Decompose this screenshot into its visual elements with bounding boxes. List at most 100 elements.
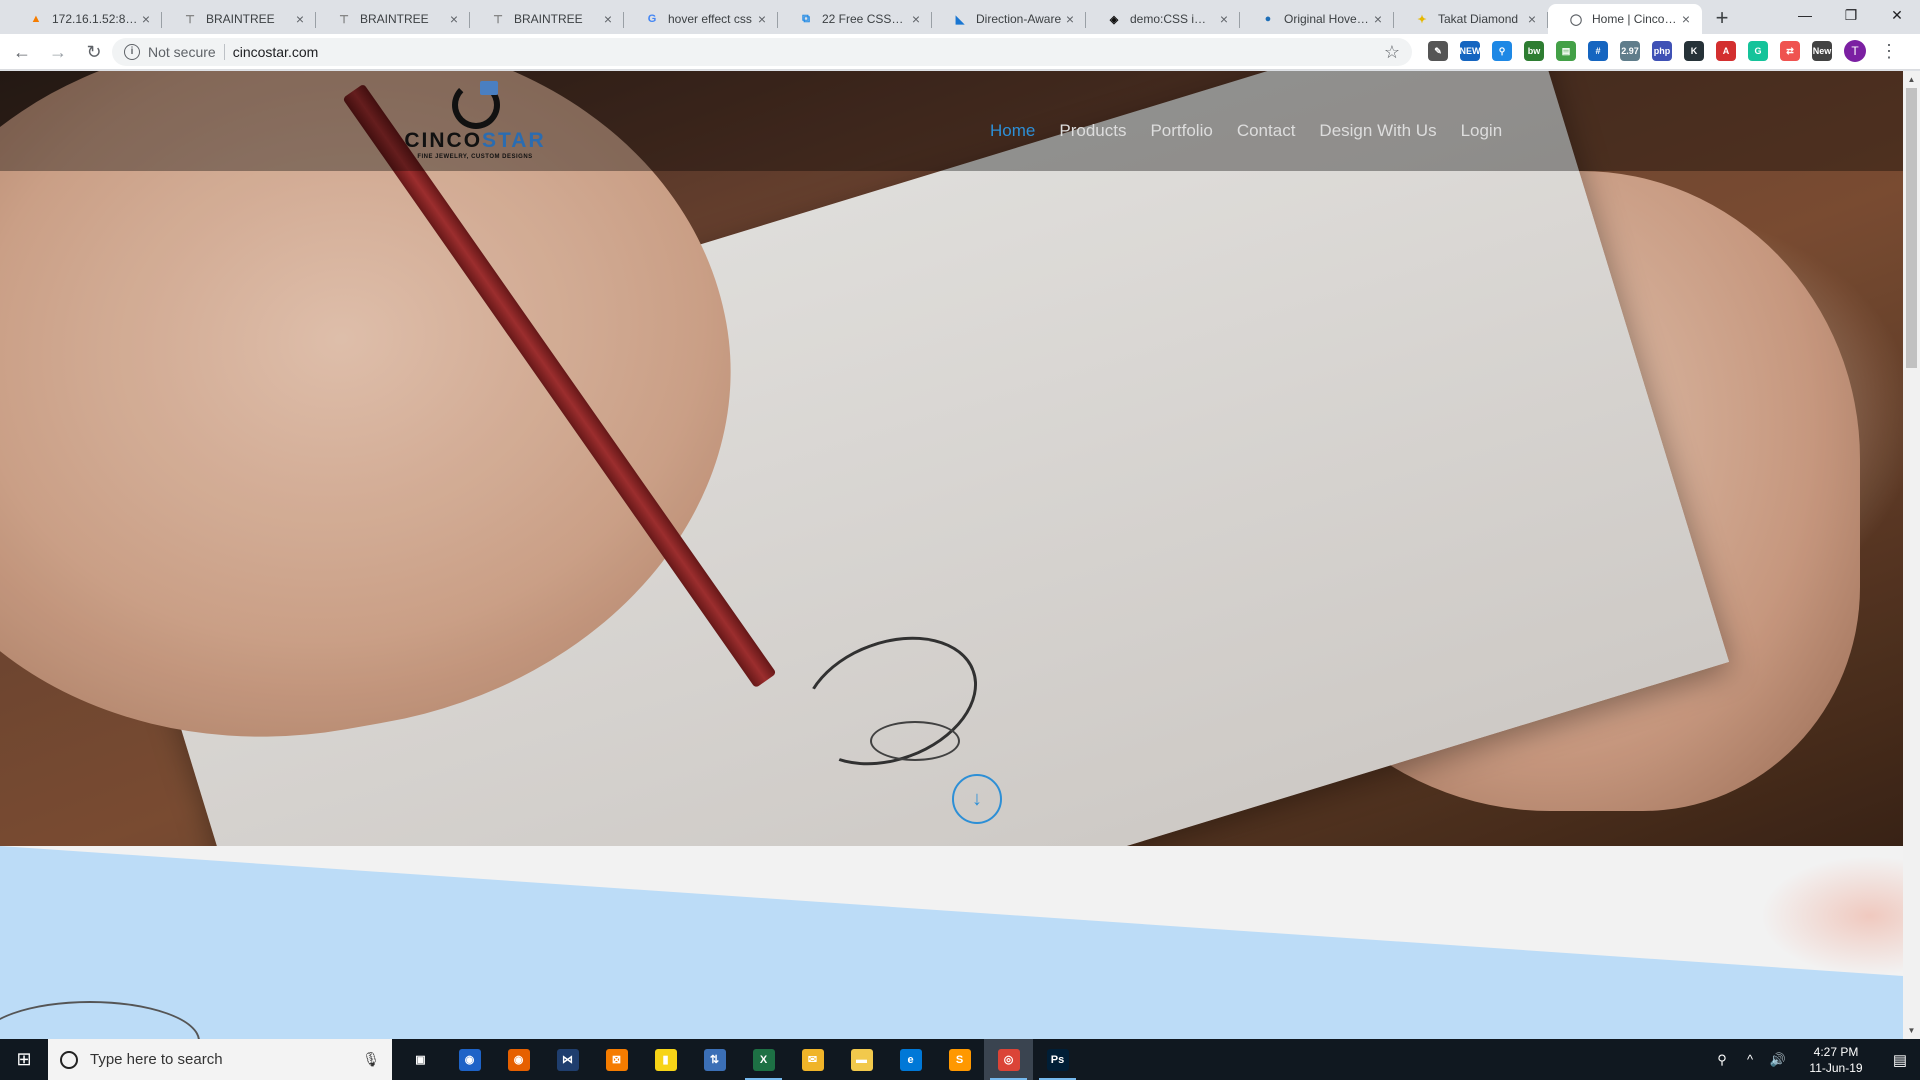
scroll-down-button[interactable]: ↓ — [952, 774, 1002, 824]
address-separator — [223, 44, 225, 60]
photoshop-icon: Ps — [1046, 1048, 1069, 1071]
browser-tab[interactable]: ◯ Home | Cinco St × — [1548, 4, 1702, 34]
tab-close-icon[interactable]: × — [1062, 11, 1078, 27]
system-tray: ⚲ ^ 🔊 4:27 PM 11-Jun-19 ▤ — [1708, 1039, 1920, 1080]
grammarly-extension-icon[interactable]: G — [1748, 41, 1768, 61]
tab-close-icon[interactable]: × — [292, 11, 308, 27]
tray-chevron-icon[interactable]: ^ — [1738, 1052, 1762, 1067]
new-tab-button[interactable]: + — [1708, 5, 1736, 33]
nav-link-contact[interactable]: Contact — [1237, 121, 1296, 141]
forward-button[interactable]: → — [44, 38, 72, 66]
scroll-thumb[interactable] — [1906, 88, 1917, 368]
visual-studio-icon: ⋈ — [556, 1048, 579, 1071]
logo-tagline: FINE JEWELRY, CUSTOM DESIGNS — [417, 154, 533, 160]
droplet-favicon: ● — [1264, 13, 1272, 25]
tab-list: ▲ 172.16.1.52:8080 × ⊤ BRAINTREE × ⊤ BRAINTREE ×… — [8, 4, 1702, 34]
colorpicker-extension-icon[interactable]: ✎ — [1428, 41, 1448, 61]
taskbar-app[interactable]: S — [935, 1039, 984, 1080]
tab-close-icon[interactable]: × — [908, 11, 924, 27]
mail-icon: ✉ — [801, 1048, 824, 1071]
taskbar-app[interactable]: X — [739, 1039, 788, 1080]
browser-tab[interactable]: ● Original Hover E × — [1240, 4, 1394, 34]
taskbar-app[interactable]: ◉ — [445, 1039, 494, 1080]
codepen-favicon: ◈ — [1109, 13, 1119, 26]
page-scrollbar[interactable]: ▲ ▼ — [1903, 71, 1920, 1039]
php-extension-icon[interactable]: php — [1652, 41, 1672, 61]
scroll-down-arrow[interactable]: ▼ — [1903, 1022, 1920, 1039]
stamp-extension-icon[interactable]: ⚲ — [1492, 41, 1512, 61]
taskbar-app[interactable]: e — [886, 1039, 935, 1080]
tab-close-icon[interactable]: × — [138, 11, 154, 27]
taskbar-app[interactable]: ◉ — [494, 1039, 543, 1080]
tab-close-icon[interactable]: × — [754, 11, 770, 27]
taskbar-app[interactable]: ▣ — [396, 1039, 445, 1080]
speed-extension-icon[interactable]: 2.97 — [1620, 41, 1640, 61]
reload-button[interactable]: ↻ — [80, 38, 108, 66]
taskbar-app[interactable]: ▬ — [837, 1039, 886, 1080]
browser-tab[interactable]: ◈ demo:CSS image × — [1086, 4, 1240, 34]
tab-title: Direction-Aware — [976, 12, 1062, 26]
people-icon[interactable]: ⚲ — [1710, 1052, 1734, 1068]
grid-extension-icon[interactable]: # — [1588, 41, 1608, 61]
taskbar-app[interactable]: ◎ — [984, 1039, 1033, 1080]
tab-close-icon[interactable]: × — [446, 11, 462, 27]
browser-tab[interactable]: ✦ Takat Diamond × — [1394, 4, 1548, 34]
tab-close-icon[interactable]: × — [1678, 11, 1694, 27]
nav-link-login[interactable]: Login — [1461, 121, 1503, 141]
nav-link-portfolio[interactable]: Portfolio — [1150, 121, 1212, 141]
tab-close-icon[interactable]: × — [1370, 11, 1386, 27]
taskbar-app[interactable]: ✉ — [788, 1039, 837, 1080]
nav-link-products[interactable]: Products — [1059, 121, 1126, 141]
minimize-button[interactable]: — — [1782, 0, 1828, 32]
bookmark-star-icon[interactable]: ☆ — [1384, 42, 1400, 63]
windows-taskbar: ⊞ Type here to search 🎙 ▣ ◉ ◉ ⋈ ⊠ ▮ ⇅ X ✉ ▬ e S ◎ Ps … — [0, 1039, 1920, 1080]
sticky-notes-icon: ▮ — [654, 1048, 677, 1071]
browser-tab[interactable]: ▲ 172.16.1.52:8080 × — [8, 4, 162, 34]
tab-title: Takat Diamond — [1438, 12, 1519, 26]
k-extension-icon[interactable]: K — [1684, 41, 1704, 61]
browser-tab[interactable]: ⊤ BRAINTREE × — [162, 4, 316, 34]
start-button[interactable]: ⊞ — [0, 1039, 48, 1080]
bw-extension-icon[interactable]: bw — [1524, 41, 1544, 61]
cincostar-logo[interactable]: CINCOSTAR FINE JEWELRY, CUSTOM DESIGNS — [400, 79, 550, 165]
browser-tab[interactable]: ◣ Direction-Aware × — [932, 4, 1086, 34]
search-placeholder[interactable]: Type here to search — [90, 1051, 362, 1068]
scroll-extension-icon[interactable]: ⇄ — [1780, 41, 1800, 61]
scroll-up-arrow[interactable]: ▲ — [1903, 71, 1920, 88]
browser-tab[interactable]: ⧉ 22 Free CSS3 Ima× — [778, 4, 932, 34]
taskbar-app[interactable]: ⋈ — [543, 1039, 592, 1080]
site-info-icon[interactable]: i — [124, 44, 140, 60]
new-extension-icon[interactable]: NEW — [1460, 41, 1481, 61]
tab-close-icon[interactable]: × — [1216, 11, 1232, 27]
action-center-icon[interactable]: ▤ — [1880, 1039, 1920, 1080]
browser-tab[interactable]: ⊤ BRAINTREE × — [316, 4, 470, 34]
taskbar-app[interactable]: ▮ — [641, 1039, 690, 1080]
microphone-icon[interactable]: 🎙 — [362, 1051, 380, 1068]
tab-close-icon[interactable]: × — [600, 11, 616, 27]
nav-link-home[interactable]: Home — [990, 121, 1035, 141]
tab-title: BRAINTREE — [206, 12, 275, 26]
browser-menu-icon[interactable]: ⋮ — [1880, 41, 1898, 62]
profile-avatar[interactable]: T — [1844, 40, 1866, 62]
firefox-dev-icon: ◉ — [458, 1048, 481, 1071]
angular-extension-icon[interactable]: A — [1716, 41, 1736, 61]
url-text[interactable]: cincostar.com — [233, 44, 1384, 60]
extensions-bar: ✎ NEW ⚲ bw ▤ #2.97 php K A G ⇄ New T ⋮ — [1428, 40, 1898, 62]
close-window-button[interactable]: ✕ — [1874, 0, 1920, 32]
volume-icon[interactable]: 🔊 — [1766, 1052, 1790, 1068]
taskbar-app[interactable]: ⊠ — [592, 1039, 641, 1080]
incognito-extension-icon[interactable]: New — [1812, 41, 1832, 61]
taskbar-app[interactable]: ⇅ — [690, 1039, 739, 1080]
browser-tab[interactable]: Ghover effect css × — [624, 4, 778, 34]
maximize-button[interactable]: ❐ — [1828, 0, 1874, 32]
taskbar-search[interactable]: Type here to search 🎙 — [48, 1039, 392, 1080]
hero-video-background: CINCOSTAR FINE JEWELRY, CUSTOM DESIGNS H… — [0, 71, 1903, 846]
browser-tab[interactable]: ⊤ BRAINTREE × — [470, 4, 624, 34]
nav-link-design-with-us[interactable]: Design With Us — [1319, 121, 1436, 141]
address-bar[interactable]: i Not secure cincostar.com ☆ — [112, 38, 1412, 66]
taskbar-clock[interactable]: 4:27 PM 11-Jun-19 — [1798, 1044, 1874, 1076]
sheet-extension-icon[interactable]: ▤ — [1556, 41, 1576, 61]
back-button[interactable]: ← — [8, 38, 36, 66]
tab-close-icon[interactable]: × — [1524, 11, 1540, 27]
taskbar-app[interactable]: Ps — [1033, 1039, 1082, 1080]
